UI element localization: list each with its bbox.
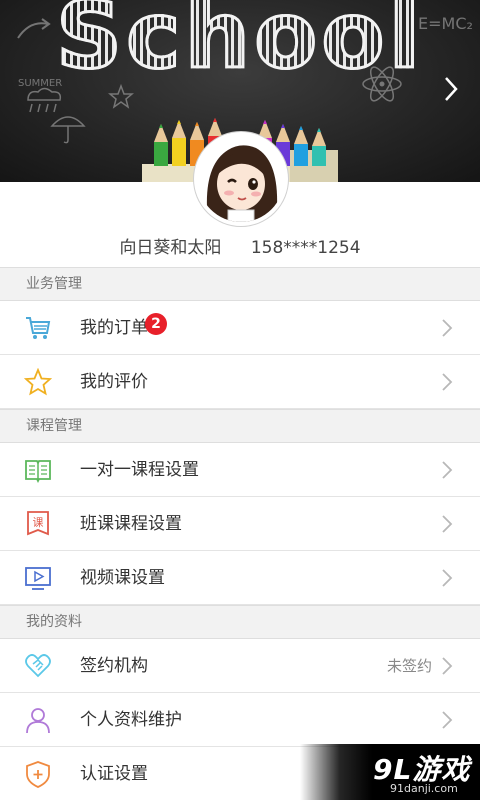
banner-next-icon[interactable] (436, 72, 466, 106)
profile-phone: 158****1254 (250, 238, 361, 258)
doodle-formula: E=MC₂ (418, 14, 473, 33)
menu-item-one-on-one-course[interactable]: 一对一课程设置 (0, 443, 480, 497)
section-courses: 课程管理 (0, 409, 480, 443)
menu-item-contract-org[interactable]: 签约机构 未签约 (0, 639, 480, 693)
star-icon (24, 368, 52, 396)
person-icon (26, 708, 50, 734)
menu-item-label: 一对一课程设置 (80, 460, 199, 480)
watermark-url: 91danji.com (390, 782, 458, 795)
menu-item-label: 我的订单 (80, 318, 148, 338)
profile-info: 向日葵和太阳 158****1254 (0, 233, 480, 258)
video-icon (25, 567, 51, 590)
menu-item-label: 视频课设置 (80, 568, 165, 588)
menu-item-my-reviews[interactable]: 我的评价 (0, 355, 480, 409)
chevron-right-icon (442, 373, 453, 391)
contract-status: 未签约 (386, 657, 432, 675)
class-icon-text: 课 (33, 516, 44, 529)
menu-item-label: 我的评价 (80, 372, 148, 392)
class-icon: 课 (27, 511, 49, 536)
menu-item-my-orders[interactable]: 我的订单 2 (0, 301, 480, 355)
menu-item-video-course[interactable]: 视频课设置 (0, 551, 480, 605)
shield-icon (26, 761, 50, 788)
cart-icon (26, 317, 51, 339)
handshake-icon (25, 654, 51, 678)
menu-item-class-course[interactable]: 课 班课课程设置 (0, 497, 480, 551)
doodle-umbrella-icon (50, 116, 86, 144)
order-count-badge: 2 (145, 313, 167, 335)
chevron-right-icon (442, 461, 453, 479)
section-business: 业务管理 (0, 267, 480, 301)
menu-item-label: 认证设置 (80, 764, 148, 784)
profile-name: 向日葵和太阳 (119, 238, 222, 258)
menu-item-label: 签约机构 (80, 656, 148, 676)
chevron-right-icon (442, 711, 453, 729)
chevron-right-icon (442, 569, 453, 587)
book-icon (25, 460, 51, 484)
doodle-star-icon (108, 84, 134, 109)
menu-item-personal-info[interactable]: 个人资料维护 (0, 693, 480, 747)
menu-item-label: 班课课程设置 (80, 514, 182, 534)
doodle-arrow-icon (17, 18, 51, 39)
banner-title: School (0, 0, 480, 91)
avatar[interactable] (194, 132, 288, 226)
chevron-right-icon (442, 515, 453, 533)
doodle-atom-icon (362, 66, 402, 102)
menu-item-label: 个人资料维护 (80, 710, 182, 730)
section-my-profile: 我的资料 (0, 605, 480, 639)
chevron-right-icon (442, 657, 453, 675)
chevron-right-icon (442, 319, 453, 337)
avatar-girl-icon (198, 136, 284, 222)
